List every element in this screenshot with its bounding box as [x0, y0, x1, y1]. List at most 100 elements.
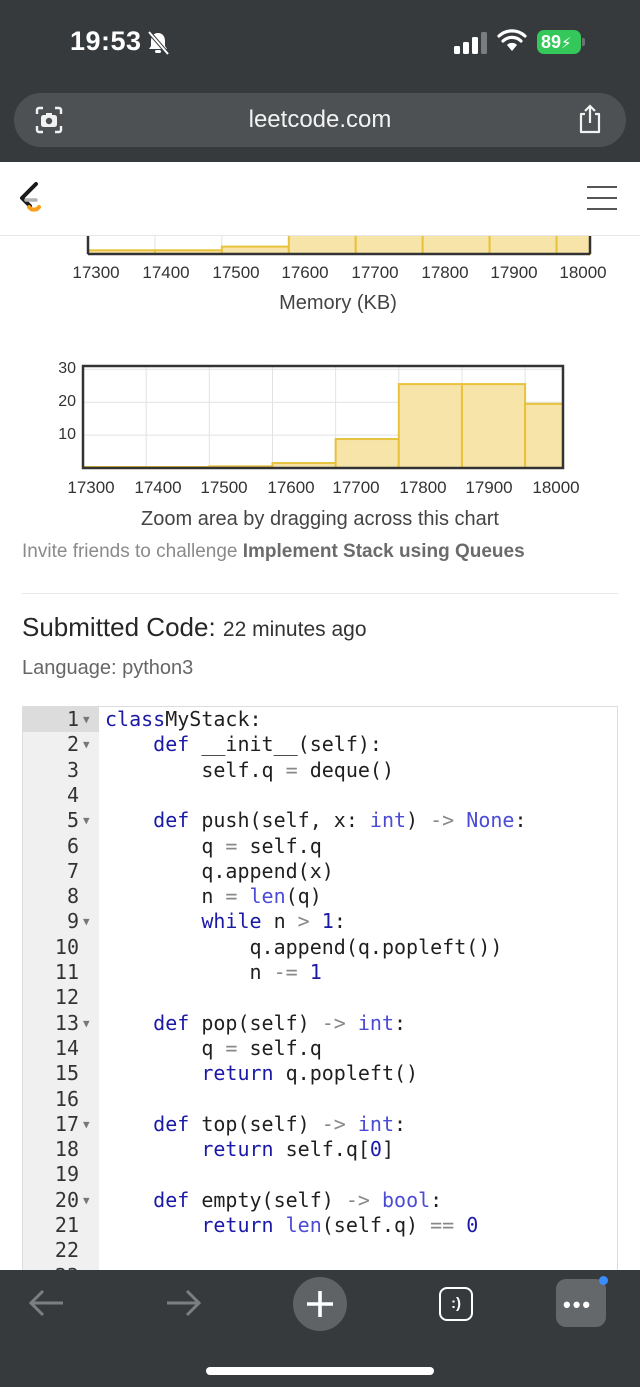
code-token: len [249, 884, 286, 909]
fold-arrow-icon[interactable]: ▼ [83, 909, 90, 934]
code-token: : [514, 808, 527, 833]
line-number: 4 [66, 782, 79, 807]
line-source: while n > 1: [105, 909, 346, 934]
code-line: 22 [23, 1238, 617, 1263]
line-number: 18 [54, 1137, 79, 1162]
code-line: 8 n = len(q) [23, 884, 617, 909]
code-token: self.q [237, 833, 322, 858]
invite-friends-text: Invite friends to challenge Implement St… [22, 541, 525, 563]
fold-arrow-icon[interactable]: ▼ [83, 1112, 90, 1137]
back-arrow-icon[interactable] [28, 1288, 66, 1318]
zoom-chart-caption: Zoom area by dragging across this chart [141, 508, 499, 530]
new-tab-plus-icon[interactable] [292, 1276, 348, 1332]
code-line: 6 q = self.q [23, 833, 617, 859]
url-text[interactable]: leetcode.com [14, 106, 626, 134]
memory-chart-x-tick: 17300 [72, 263, 120, 282]
forward-arrow-icon[interactable] [164, 1288, 202, 1318]
battery-indicator: 89⚡ [537, 30, 581, 54]
code-token: len [285, 1213, 322, 1237]
code-line: 9 ▼ while n > 1: [23, 909, 617, 934]
zoom-chart-x-tick: 17500 [200, 478, 248, 497]
notification-dot [599, 1276, 608, 1285]
site-header [0, 162, 640, 236]
fold-arrow-icon[interactable]: ▼ [83, 1188, 90, 1213]
code-token: = [225, 1035, 238, 1060]
code-token: : [394, 1111, 407, 1136]
line-number: 21 [54, 1213, 79, 1237]
code-token: (self.q) [321, 1213, 431, 1237]
code-token: __init__(self): [189, 732, 382, 757]
code-token: pop(self) [189, 1010, 322, 1035]
code-token: int [357, 1010, 395, 1035]
address-bar[interactable]: leetcode.com [14, 93, 626, 147]
leetcode-logo-icon[interactable] [16, 180, 48, 216]
fold-arrow-icon[interactable]: ▼ [83, 707, 90, 732]
line-source: return q.popleft() [105, 1061, 418, 1086]
code-token: = [225, 833, 238, 858]
line-number: 9 [66, 909, 79, 934]
zoom-chart-x-tick: 17800 [399, 478, 447, 497]
line-number: 20 [54, 1187, 79, 1212]
fold-arrow-icon[interactable]: ▼ [83, 808, 90, 833]
code-token: self.q [237, 1035, 322, 1060]
code-token: empty(self) [189, 1187, 346, 1212]
code-token: q [105, 1035, 226, 1060]
code-line: 1 ▼ classMyStack: [23, 707, 617, 733]
code-token: = [225, 884, 238, 909]
line-source: n -= 1 [105, 960, 322, 985]
zoom-chart-plot[interactable] [0, 355, 640, 473]
code-editor[interactable]: 1 ▼ classMyStack: 2 ▼ def __init__(self): 3 s… [22, 706, 618, 1286]
line-source: def __init__(self): [105, 732, 382, 757]
code-token: def [153, 732, 190, 757]
code-token: 1 [309, 960, 322, 984]
memory-chart-x-tick: 17800 [421, 263, 469, 282]
code-token: = [285, 757, 298, 782]
invite-prefix: Invite friends to challenge [22, 541, 243, 562]
fold-arrow-icon[interactable]: ▼ [83, 732, 90, 757]
fold-arrow-icon[interactable]: ▼ [83, 1011, 90, 1036]
code-line: 14 q = self.q [23, 1035, 617, 1061]
battery-level: 89 [541, 32, 562, 52]
line-number: 17 [54, 1111, 79, 1136]
line-number: 7 [66, 858, 79, 883]
wifi-icon [497, 29, 527, 51]
submission-language: Language: python3 [22, 657, 194, 679]
line-number: 1 [66, 707, 79, 731]
code-token: MyStack: [165, 707, 262, 731]
memory-chart-x-tick: 17900 [490, 263, 538, 282]
tabs-count: :) [451, 1295, 461, 1312]
code-token: push(self, x: [189, 808, 370, 833]
code-token: self.q[ [273, 1137, 370, 1162]
charging-bolt-icon: ⚡ [561, 35, 572, 52]
line-number: 15 [54, 1061, 79, 1086]
code-token: int [369, 808, 407, 833]
code-token: 1 [321, 909, 334, 934]
browser-bottom-toolbar: :) ••• [0, 1270, 640, 1387]
code-line: 10 q.append(q.popleft()) [23, 935, 617, 960]
hamburger-menu-icon[interactable] [586, 184, 618, 212]
code-line: 11 n -= 1 [23, 960, 617, 985]
cellular-signal-icon [454, 32, 487, 54]
code-token: q.popleft() [273, 1061, 419, 1086]
line-source: q = self.q [105, 1035, 322, 1061]
code-token: class [105, 707, 166, 731]
line-number: 22 [54, 1238, 79, 1263]
memory-chart-x-tick: 17500 [212, 263, 260, 282]
code-line: 17 ▼ def top(self) -> int: [23, 1111, 617, 1137]
invite-problem-link[interactable]: Implement Stack using Queues [243, 541, 525, 562]
submitted-code-title: Submitted Code: [22, 612, 216, 642]
tabs-icon[interactable]: :) [439, 1287, 473, 1321]
code-token: top(self) [189, 1111, 322, 1136]
share-icon[interactable] [576, 103, 604, 135]
code-line: 15 return q.popleft() [23, 1061, 617, 1086]
more-menu-icon[interactable]: ••• [556, 1276, 608, 1327]
zoom-distribution-chart[interactable]: 30 20 10 17300 17400 17500 17600 17700 17800 179… [0, 355, 640, 540]
